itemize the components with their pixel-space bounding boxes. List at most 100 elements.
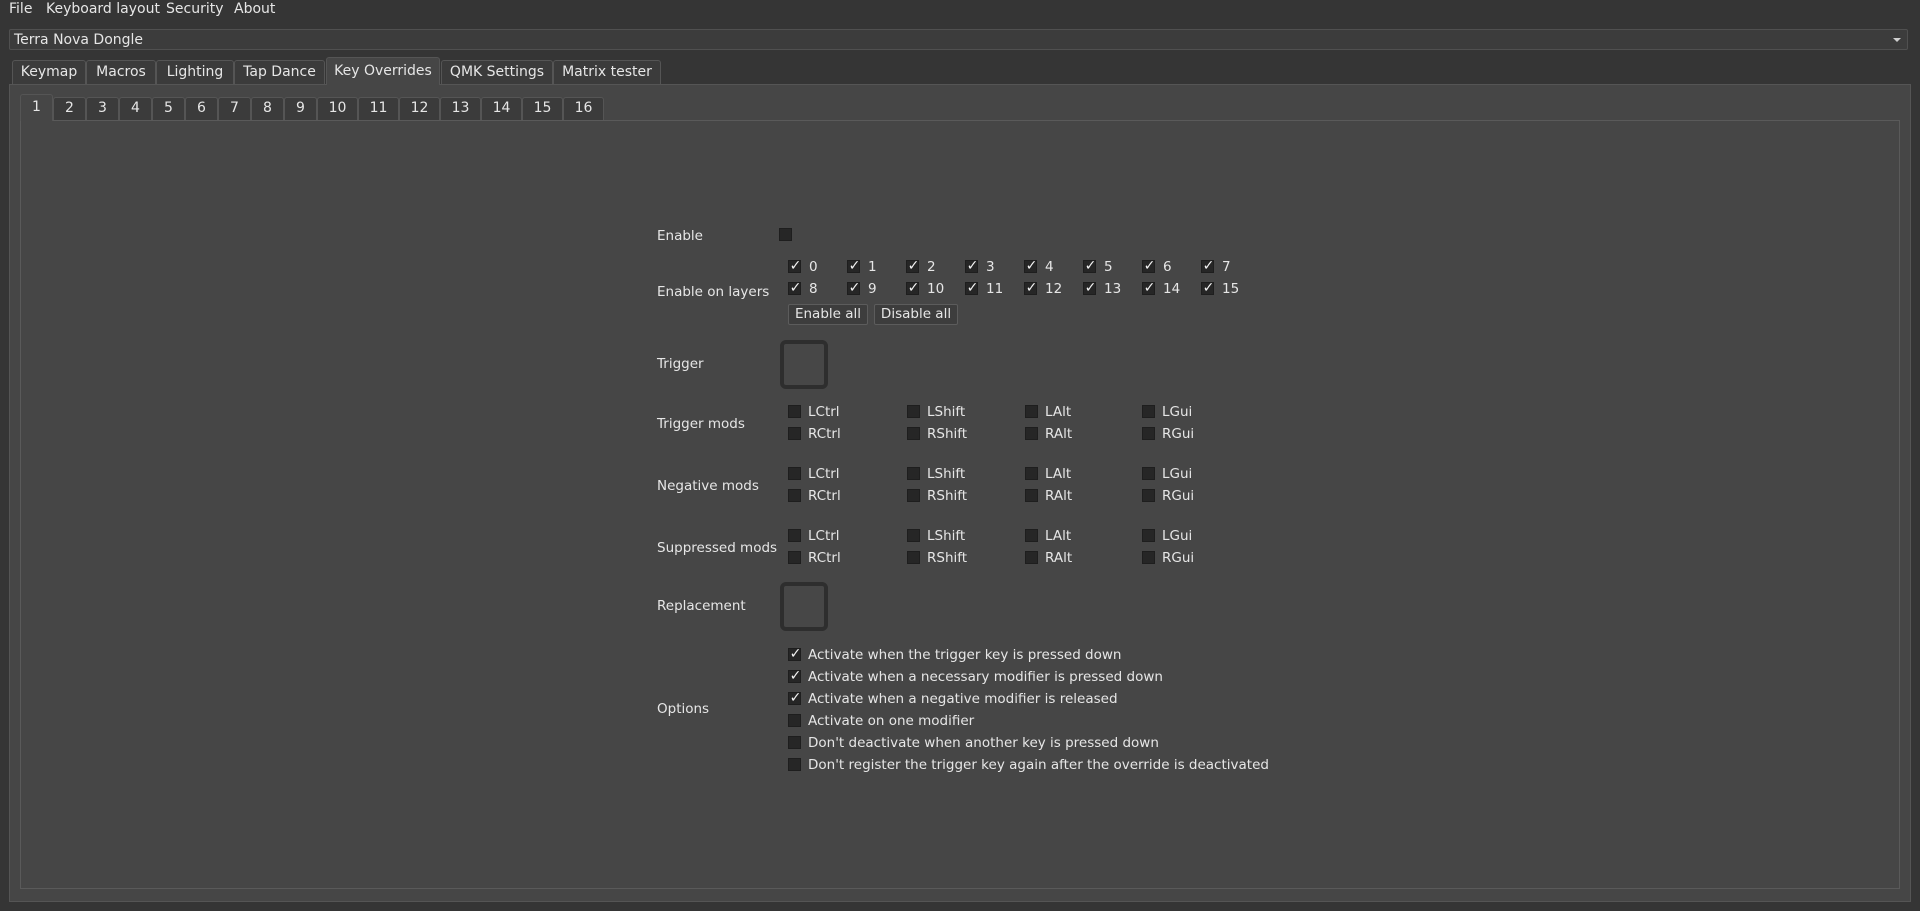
layer-checkbox-4[interactable]: ✓ <box>1024 258 1038 274</box>
checkmark-icon: ✓ <box>789 668 802 684</box>
trigger-mods-checkbox-lalt[interactable] <box>1025 405 1038 418</box>
suppressed-mods-checkbox-lgui[interactable] <box>1142 529 1155 542</box>
modifier-label: RAlt <box>1045 488 1073 504</box>
override-tab-7[interactable]: 7 <box>218 97 251 120</box>
layer-checkbox-9[interactable]: ✓ <box>847 280 860 296</box>
option-checkbox-2[interactable]: ✓ <box>788 668 802 684</box>
negative-mods-checkbox-ralt[interactable] <box>1025 489 1038 502</box>
modifier-label: RShift <box>927 488 968 504</box>
layer-checkbox-5[interactable]: ✓ <box>1083 258 1096 274</box>
override-tab-3[interactable]: 3 <box>86 97 119 120</box>
layer-checkbox-0[interactable]: ✓ <box>788 258 801 274</box>
trigger-mods-checkbox-lshift[interactable] <box>907 405 920 418</box>
option-checkbox-1[interactable]: ✓ <box>788 646 802 662</box>
override-tab-2[interactable]: 2 <box>53 97 86 120</box>
trigger-mods-checkbox-ralt[interactable] <box>1025 427 1038 440</box>
modifier-label: LCtrl <box>808 528 840 544</box>
override-tab-12[interactable]: 12 <box>399 97 440 120</box>
checkmark-icon: ✓ <box>789 646 802 662</box>
modifier-label: RGui <box>1162 426 1195 442</box>
negative-mods-checkbox-rgui[interactable] <box>1142 489 1155 502</box>
negative-mods-checkbox-lshift[interactable] <box>907 467 920 480</box>
trigger-mods-checkbox-lgui[interactable] <box>1142 405 1155 418</box>
override-tab-6[interactable]: 6 <box>185 97 218 120</box>
trigger-mods-checkbox-rctrl[interactable] <box>788 427 801 440</box>
override-tab-5[interactable]: 5 <box>152 97 185 120</box>
suppressed-mods-label: Suppressed mods <box>657 540 778 556</box>
option-checkbox-4[interactable] <box>788 714 801 727</box>
suppressed-mods-checkbox-lctrl[interactable] <box>788 529 801 542</box>
layer-checkbox-3[interactable]: ✓ <box>965 258 978 274</box>
options-label: Options <box>657 701 710 717</box>
checkmark-icon: ✓ <box>1025 258 1038 274</box>
layer-checkbox-10[interactable]: ✓ <box>906 280 919 296</box>
menu-keyboard-layout[interactable]: Keyboard layout <box>46 1 160 18</box>
suppressed-mods-checkbox-lalt[interactable] <box>1025 529 1038 542</box>
negative-mods-checkbox-lalt[interactable] <box>1025 467 1038 480</box>
override-tab-13[interactable]: 13 <box>440 97 481 120</box>
enable-checkbox[interactable] <box>779 228 792 241</box>
suppressed-mods-checkbox-rgui[interactable] <box>1142 551 1155 564</box>
layer-label: 7 <box>1222 259 1231 275</box>
suppressed-mods-checkbox-rctrl[interactable] <box>788 551 801 564</box>
layer-checkbox-2[interactable]: ✓ <box>906 258 919 274</box>
disable-all-button[interactable]: Disable all <box>874 304 958 325</box>
override-tab-8[interactable]: 8 <box>251 97 284 120</box>
override-tab-11[interactable]: 11 <box>358 97 399 120</box>
checkmark-icon: ✓ <box>1025 280 1038 296</box>
checkmark-icon: ✓ <box>789 280 802 296</box>
negative-mods-checkbox-rshift[interactable] <box>907 489 920 502</box>
tab-matrix-tester[interactable]: Matrix tester <box>553 60 661 84</box>
layer-checkbox-1[interactable]: ✓ <box>847 258 861 274</box>
layer-checkbox-12[interactable]: ✓ <box>1024 280 1038 296</box>
enable-all-button[interactable]: Enable all <box>788 304 868 325</box>
tab-keymap[interactable]: Keymap <box>12 60 86 84</box>
suppressed-mods-checkbox-lshift[interactable] <box>907 529 920 542</box>
tab-lighting[interactable]: Lighting <box>156 60 234 84</box>
modifier-label: RGui <box>1162 550 1195 566</box>
option-checkbox-3[interactable]: ✓ <box>788 690 801 706</box>
tab-macros[interactable]: Macros <box>86 60 156 84</box>
option-label: Activate when the trigger key is pressed… <box>808 647 1122 663</box>
tab-tap-dance[interactable]: Tap Dance <box>234 60 325 84</box>
negative-mods-checkbox-lctrl[interactable] <box>788 467 801 480</box>
trigger-key-button[interactable] <box>780 340 828 389</box>
negative-mods-checkbox-rctrl[interactable] <box>788 489 801 502</box>
layer-checkbox-8[interactable]: ✓ <box>788 280 802 296</box>
option-checkbox-5[interactable] <box>788 736 801 749</box>
menu-security[interactable]: Security <box>166 1 224 18</box>
layer-checkbox-14[interactable]: ✓ <box>1142 280 1155 296</box>
layer-checkbox-11[interactable]: ✓ <box>965 280 978 296</box>
enable-label: Enable <box>657 228 703 244</box>
trigger-mods-checkbox-rgui[interactable] <box>1142 427 1155 440</box>
negative-mods-checkbox-lgui[interactable] <box>1142 467 1155 480</box>
device-select[interactable]: Terra Nova Dongle <box>9 29 1908 50</box>
override-tab-14[interactable]: 14 <box>481 97 522 120</box>
override-tab-1[interactable]: 1 <box>20 94 53 121</box>
option-checkbox-6[interactable] <box>788 758 801 771</box>
trigger-mods-checkbox-rshift[interactable] <box>907 427 920 440</box>
override-tab-9[interactable]: 9 <box>284 97 317 120</box>
override-tab-4[interactable]: 4 <box>119 97 152 120</box>
tab-qmk-settings[interactable]: QMK Settings <box>441 60 553 84</box>
layer-checkbox-7[interactable]: ✓ <box>1201 258 1214 274</box>
menu-bar: File Keyboard layout Security About <box>0 0 1920 20</box>
menu-about[interactable]: About <box>234 1 275 18</box>
suppressed-mods-checkbox-rshift[interactable] <box>907 551 920 564</box>
override-tab-10[interactable]: 10 <box>317 97 358 120</box>
layer-checkbox-13[interactable]: ✓ <box>1083 280 1096 296</box>
menu-file[interactable]: File <box>9 1 32 18</box>
layer-label: 2 <box>927 259 936 275</box>
layer-checkbox-6[interactable]: ✓ <box>1142 258 1155 274</box>
modifier-label: LAlt <box>1045 466 1072 482</box>
replacement-key-button[interactable] <box>780 582 828 631</box>
tab-key-overrides[interactable]: Key Overrides <box>326 57 440 85</box>
modifier-label: LCtrl <box>808 404 840 420</box>
layer-checkbox-15[interactable]: ✓ <box>1201 280 1214 296</box>
override-tab-15[interactable]: 15 <box>522 97 563 120</box>
suppressed-mods-checkbox-ralt[interactable] <box>1025 551 1038 564</box>
layer-label: 0 <box>809 259 818 275</box>
trigger-mods-checkbox-lctrl[interactable] <box>788 405 801 418</box>
override-tab-16[interactable]: 16 <box>563 97 604 120</box>
checkmark-icon: ✓ <box>848 258 861 274</box>
